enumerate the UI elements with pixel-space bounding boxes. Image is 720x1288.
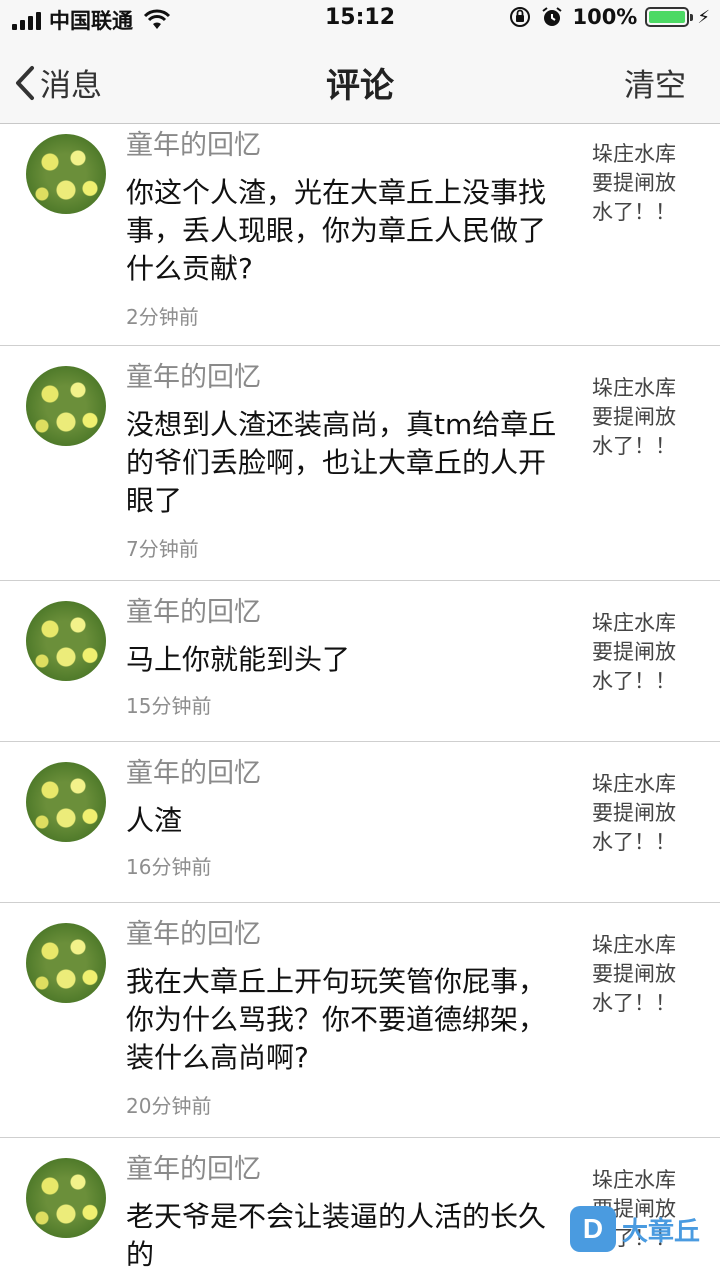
avatar[interactable] — [26, 134, 106, 214]
comment-time: 16分钟前 — [126, 855, 212, 879]
comment-text: 没想到人渣还装高尚，真tm给章丘的爷们丢脸啊，也让大章丘的人开眼了 — [126, 408, 557, 517]
comment-item[interactable]: 童年的回忆 马上你就能到头了 15分钟前 垛庄水库要提闸放水了！！ — [0, 581, 720, 742]
comment-username[interactable]: 童年的回忆 — [126, 756, 570, 792]
comment-body: 童年的回忆 没想到人渣还装高尚，真tm给章丘的爷们丢脸啊，也让大章丘的人开眼了 … — [126, 360, 570, 564]
avatar[interactable] — [26, 601, 106, 681]
chevron-left-icon — [16, 65, 34, 100]
comment-username[interactable]: 童年的回忆 — [126, 917, 570, 953]
back-label: 消息 — [40, 68, 102, 104]
battery-level — [649, 11, 686, 23]
comment-time: 7分钟前 — [126, 537, 199, 561]
comment-username[interactable]: 童年的回忆 — [126, 1152, 570, 1188]
comment-text: 人渣 — [126, 804, 183, 837]
referenced-post[interactable]: 垛庄水库要提闸放水了！！ — [592, 1166, 692, 1253]
comment-item[interactable]: 童年的回忆 我在大章丘上开句玩笑管你屁事，你为什么骂我？你不要道德绑架，装什么高… — [0, 903, 720, 1138]
comment-text: 马上你就能到头了 — [126, 643, 351, 676]
comment-username[interactable]: 童年的回忆 — [126, 360, 570, 396]
page-title: 评论 — [326, 66, 394, 106]
comment-text: 我在大章丘上开句玩笑管你屁事，你为什么骂我？你不要道德绑架，装什么高尚啊? — [126, 965, 547, 1074]
referenced-post[interactable]: 垛庄水库要提闸放水了！！ — [592, 140, 692, 227]
comment-time: 2分钟前 — [126, 305, 199, 329]
comment-item[interactable]: 童年的回忆 没想到人渣还装高尚，真tm给章丘的爷们丢脸啊，也让大章丘的人开眼了 … — [0, 346, 720, 581]
comment-time: 20分钟前 — [126, 1094, 212, 1118]
comment-body: 童年的回忆 老天爷是不会让装逼的人活的长久的 — [126, 1152, 570, 1274]
battery-percent: 100% — [572, 5, 638, 29]
comment-body: 童年的回忆 我在大章丘上开句玩笑管你屁事，你为什么骂我？你不要道德绑架，装什么高… — [126, 917, 570, 1121]
comment-text: 老天爷是不会让装逼的人活的长久的 — [126, 1200, 547, 1271]
comment-body: 童年的回忆 人渣 16分钟前 — [126, 756, 570, 882]
battery-icon — [645, 7, 694, 27]
avatar[interactable] — [26, 762, 106, 842]
referenced-post[interactable]: 垛庄水库要提闸放水了！！ — [592, 770, 692, 857]
referenced-post[interactable]: 垛庄水库要提闸放水了！！ — [592, 609, 692, 696]
status-bar: 中国联通 15:12 100% ⚡ — [0, 0, 720, 40]
avatar[interactable] — [26, 1158, 106, 1238]
comment-item[interactable]: 童年的回忆 人渣 16分钟前 垛庄水库要提闸放水了！！ — [0, 742, 720, 903]
comment-list: 童年的回忆 你这个人渣，光在大章丘上没事找事，丢人现眼，你为章丘人民做了什么贡献… — [0, 124, 720, 1288]
referenced-post[interactable]: 垛庄水库要提闸放水了！！ — [592, 931, 692, 1018]
status-right: 100% ⚡ — [508, 5, 710, 29]
back-button[interactable]: 消息 — [14, 60, 102, 105]
referenced-post[interactable]: 垛庄水库要提闸放水了！！ — [592, 374, 692, 461]
comment-body: 童年的回忆 马上你就能到头了 15分钟前 — [126, 595, 570, 721]
alarm-icon — [542, 7, 563, 26]
avatar[interactable] — [26, 366, 106, 446]
avatar[interactable] — [26, 923, 106, 1003]
comment-text: 你这个人渣，光在大章丘上没事找事，丢人现眼，你为章丘人民做了什么贡献? — [126, 176, 547, 285]
clear-button[interactable]: 清空 — [624, 60, 686, 105]
comment-body: 童年的回忆 你这个人渣，光在大章丘上没事找事，丢人现眼，你为章丘人民做了什么贡献… — [126, 128, 570, 332]
comment-item[interactable]: 童年的回忆 老天爷是不会让装逼的人活的长久的 垛庄水库要提闸放水了！！ — [0, 1138, 720, 1288]
navigation-bar: 消息 评论 清空 — [0, 40, 720, 124]
charging-icon: ⚡ — [697, 6, 710, 28]
comment-item[interactable]: 童年的回忆 你这个人渣，光在大章丘上没事找事，丢人现眼，你为章丘人民做了什么贡献… — [0, 124, 720, 346]
comment-username[interactable]: 童年的回忆 — [126, 595, 570, 631]
comment-time: 15分钟前 — [126, 694, 212, 718]
rotation-lock-icon — [510, 7, 531, 27]
comment-username[interactable]: 童年的回忆 — [126, 128, 570, 164]
